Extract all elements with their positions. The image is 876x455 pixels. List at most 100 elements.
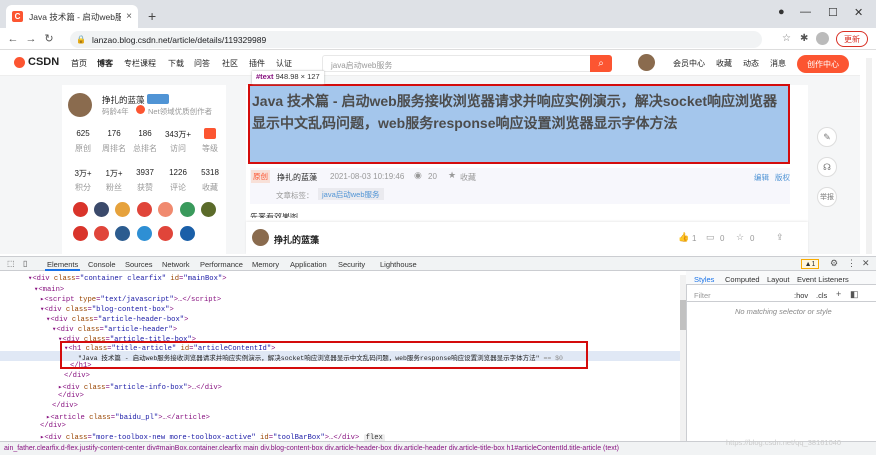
nav-item-download[interactable]: 下载 — [168, 58, 184, 69]
nav-item-cert[interactable]: 认证 — [276, 58, 292, 69]
csdn-logo[interactable]: CSDN — [14, 56, 59, 68]
headset-icon[interactable]: ☊ — [817, 157, 837, 177]
article-date: 2021-08-03 10:19:46 — [330, 172, 405, 181]
tab-event-listeners[interactable]: Event Listeners — [797, 275, 849, 284]
author-avatar[interactable] — [68, 93, 92, 117]
update-button[interactable]: 更新 — [836, 31, 868, 47]
filter-input[interactable]: Filter — [694, 291, 711, 300]
page-scrollbar[interactable] — [866, 58, 872, 254]
article-tag[interactable]: java启动web服务 — [318, 188, 384, 200]
create-center-button[interactable]: 创作中心 — [797, 55, 849, 73]
share-icon[interactable]: ⇪ — [776, 232, 784, 243]
more-options-icon[interactable]: ⋮ — [847, 258, 856, 269]
favorite-icon[interactable]: ☆ — [736, 232, 744, 243]
nav-item-dynamics[interactable]: 动态 — [743, 58, 759, 69]
close-window-icon[interactable]: ✕ — [854, 6, 863, 19]
tab-console[interactable]: Console — [88, 260, 116, 269]
report-button[interactable]: 举报 — [817, 187, 837, 207]
badge-icon[interactable] — [137, 226, 152, 241]
dom-node[interactable]: ▸<div class="article-info-box">…</div> — [58, 382, 222, 392]
dom-node[interactable]: ▾<div class="article-header"> — [52, 324, 177, 334]
badge-icon[interactable] — [137, 202, 152, 217]
tab-sources[interactable]: Sources — [125, 260, 153, 269]
extensions-icon[interactable]: ✱ — [800, 33, 808, 44]
nav-item-community[interactable]: 社区 — [222, 58, 238, 69]
badge-icon[interactable] — [73, 202, 88, 217]
comment-count: 0 — [720, 234, 725, 243]
badge-icon[interactable] — [180, 202, 195, 217]
nav-item-plugin[interactable]: 插件 — [249, 58, 265, 69]
add-rule-icon[interactable]: + — [836, 289, 841, 299]
tab-security[interactable]: Security — [338, 260, 365, 269]
tab-elements[interactable]: Elements — [45, 257, 81, 271]
reload-icon[interactable]: ↻ — [40, 32, 58, 45]
profile-avatar[interactable] — [816, 32, 829, 45]
close-devtools-icon[interactable]: ✕ — [862, 258, 870, 269]
gear-icon[interactable]: ⚙ — [830, 258, 838, 269]
url-text: lanzao.blog.csdn.net/article/details/119… — [91, 34, 267, 45]
tab-network[interactable]: Network — [162, 260, 190, 269]
search-input[interactable]: java启动web服务 — [322, 55, 594, 72]
tab-memory[interactable]: Memory — [252, 260, 279, 269]
toolbar-author[interactable]: 挣扎的蓝藻 — [274, 233, 319, 246]
comment-icon[interactable]: ▭ — [706, 232, 715, 243]
label-points: 积分 — [75, 183, 91, 192]
tab-application[interactable]: Application — [290, 260, 327, 269]
copyright-link[interactable]: 版权 — [775, 172, 790, 183]
forward-icon[interactable]: → — [22, 33, 40, 45]
warning-badge[interactable]: ▲ 1 — [801, 259, 819, 269]
nav-item-qa[interactable]: 问答 — [194, 58, 210, 69]
dom-node[interactable]: ▸<script type="text/javascript">…</scrip… — [40, 294, 221, 304]
author-name[interactable]: 挣扎的蓝藻 — [102, 94, 145, 106]
badge-icon[interactable] — [158, 226, 173, 241]
tab-layout[interactable]: Layout — [767, 275, 790, 284]
edit-link[interactable]: 编辑 — [754, 172, 769, 183]
hov-toggle[interactable]: :hov — [794, 291, 808, 300]
edit-note-icon[interactable]: ✎ — [817, 127, 837, 147]
nav-item-courses[interactable]: 专栏课程 — [124, 58, 156, 69]
tab-performance[interactable]: Performance — [200, 260, 243, 269]
badge-icon[interactable] — [201, 202, 216, 217]
cls-toggle[interactable]: .cls — [816, 291, 827, 300]
record-icon[interactable]: ● — [778, 6, 785, 18]
like-icon[interactable]: 👍 — [678, 232, 689, 243]
tab-close-icon[interactable]: × — [126, 11, 132, 22]
badge-icon[interactable] — [158, 202, 173, 217]
dom-node[interactable]: ▾<div class="article-header-box"> — [46, 314, 188, 324]
nav-item-blog[interactable]: 博客 — [97, 58, 113, 69]
favorite-link[interactable]: 收藏 — [460, 172, 476, 183]
toolbar-avatar[interactable] — [252, 229, 269, 246]
device-toggle-icon[interactable]: ▯ — [23, 259, 27, 268]
article-author[interactable]: 挣扎的蓝藻 — [277, 172, 317, 183]
new-tab-button[interactable]: + — [148, 8, 156, 24]
search-icon[interactable]: ⌕ — [590, 55, 612, 72]
nav-item-home[interactable]: 首页 — [71, 58, 87, 69]
address-bar[interactable]: 🔒 lanzao.blog.csdn.net/article/details/1… — [70, 31, 762, 48]
badge-icon[interactable] — [94, 202, 109, 217]
badge-icon[interactable] — [73, 226, 88, 241]
nav-item-vip[interactable]: 会员中心 — [673, 58, 705, 69]
dom-node[interactable]: ▾<main> — [34, 284, 64, 294]
star-icon[interactable]: ☆ — [782, 33, 791, 44]
badge-icon[interactable] — [180, 226, 195, 241]
tab-lighthouse[interactable]: Lighthouse — [380, 260, 417, 269]
tab-computed[interactable]: Computed — [725, 275, 760, 284]
nav-item-messages[interactable]: 消息 — [770, 58, 786, 69]
back-icon[interactable]: ← — [4, 33, 22, 45]
browser-tab[interactable]: C Java 技术篇 - 启动web服务接收 × — [6, 5, 138, 28]
minimize-icon[interactable]: — — [800, 6, 811, 18]
dom-node[interactable]: ▾<div class="blog-content-box"> — [40, 304, 174, 314]
like-count: 1 — [692, 234, 697, 243]
badge-icon[interactable] — [115, 226, 130, 241]
user-avatar[interactable] — [638, 54, 655, 71]
inspect-icon[interactable]: ⬚ — [7, 259, 15, 268]
sidebar-toggle-icon[interactable]: ◧ — [850, 289, 859, 300]
nav-item-favorites[interactable]: 收藏 — [716, 58, 732, 69]
badge-icon[interactable] — [94, 226, 109, 241]
tab-styles[interactable]: Styles — [694, 275, 714, 284]
vip-badge — [147, 94, 169, 104]
dom-node[interactable]: ▾<div class="container clearfix" id="mai… — [28, 273, 227, 283]
dom-node[interactable]: ▸<article class="baidu_pl">…</article> — [46, 412, 210, 422]
badge-icon[interactable] — [115, 202, 130, 217]
maximize-icon[interactable]: ☐ — [828, 6, 838, 19]
